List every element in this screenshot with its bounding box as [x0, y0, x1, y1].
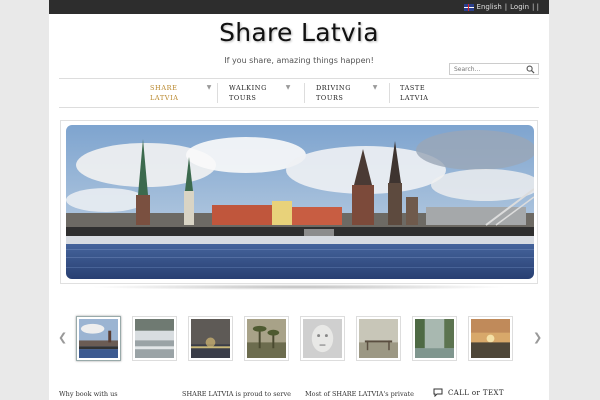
slider-shadow [89, 284, 509, 290]
nav-divider [304, 83, 305, 103]
chat-bubble-icon [433, 388, 443, 397]
nav-divider [217, 83, 218, 103]
nav-label: TOURS [229, 94, 257, 102]
thumbnail-sunset[interactable] [468, 316, 513, 361]
separator: | [504, 3, 508, 11]
nav-divider [389, 83, 390, 103]
thumbnail-riga-skyline[interactable] [76, 316, 121, 361]
river-image [415, 319, 454, 358]
nav-share-latvia[interactable]: SHARE LATVIA ▼ [150, 83, 212, 103]
site-title[interactable]: Share Latvia [49, 18, 549, 47]
search-box[interactable] [449, 63, 539, 75]
nav-label: TASTE [400, 84, 426, 92]
nav-label: LATVIA [400, 94, 429, 102]
thumbnail-city-night[interactable] [188, 316, 233, 361]
call-label: CALL or TEXT [448, 388, 504, 397]
top-links: English | Login | | [463, 2, 539, 12]
proud-to-serve-text: SHARE LATVIA is proud to serve [182, 390, 292, 398]
nav-taste-latvia[interactable]: TASTE LATVIA [400, 83, 462, 103]
thumbnail-pier[interactable] [356, 316, 401, 361]
nav-label: TOURS [316, 94, 344, 102]
chevron-down-icon: ▼ [206, 84, 212, 91]
chevron-down-icon: ▼ [372, 84, 378, 91]
nav-driving-tours[interactable]: DRIVING TOURS ▼ [316, 83, 378, 103]
sculpture-image [303, 319, 342, 358]
city-night-image [191, 319, 230, 358]
search-icon[interactable] [526, 65, 535, 74]
nav-label: SHARE [150, 84, 178, 92]
riga-skyline-photo [66, 125, 534, 279]
language-link[interactable]: English [477, 2, 502, 12]
nav-label: WALKING [229, 84, 267, 92]
sunset-image [471, 319, 510, 358]
arrow-left-icon[interactable]: ❮ [58, 331, 67, 344]
palm-trees-image [247, 319, 286, 358]
thumbnail-palm-trees[interactable] [244, 316, 289, 361]
pier-image [359, 319, 398, 358]
image-slider[interactable] [60, 120, 538, 284]
nav-walking-tours[interactable]: WALKING TOURS ▼ [229, 83, 291, 103]
separator: | | [532, 3, 539, 11]
login-link[interactable]: Login [510, 2, 529, 12]
thumbnail-river[interactable] [412, 316, 457, 361]
page: English | Login | | Share Latvia If you … [49, 0, 549, 400]
thumbnail-sculpture[interactable] [300, 316, 345, 361]
search-input[interactable] [450, 64, 526, 74]
top-bar: English | Login | | [49, 0, 549, 14]
main-nav: SHARE LATVIA ▼ WALKING TOURS ▼ DRIVING T… [59, 78, 539, 108]
chevron-down-icon: ▼ [285, 84, 291, 91]
nav-label: LATVIA [150, 94, 179, 102]
waterfall-image [135, 319, 174, 358]
nav-label: DRIVING [316, 84, 352, 92]
private-tours-text: Most of SHARE LATVIA's private [305, 390, 414, 398]
arrow-right-icon[interactable]: ❯ [533, 331, 542, 344]
riga-skyline-image [79, 319, 118, 358]
thumbnail-waterfall[interactable] [132, 316, 177, 361]
call-or-text[interactable]: CALL or TEXT [433, 388, 504, 397]
why-book-text: Why book with us [59, 390, 118, 398]
uk-flag-icon [463, 3, 474, 11]
